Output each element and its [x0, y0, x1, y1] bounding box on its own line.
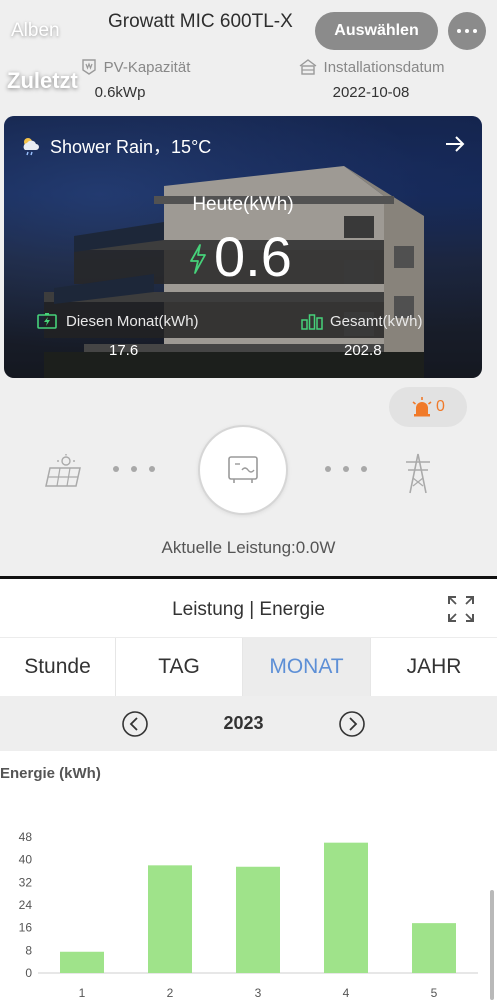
alarm-siren-icon: [412, 397, 432, 417]
energy-summary-card[interactable]: Shower Rain，15°C Heute(kWh) 0.6 Diesen M…: [4, 116, 482, 378]
year-label: 2023: [223, 713, 264, 733]
energy-flow: [0, 420, 497, 530]
total-label: Gesamt(kWh): [301, 312, 423, 330]
lightning-icon: [190, 244, 206, 274]
y-tick-label: 0: [25, 966, 32, 980]
chart-bar-3[interactable]: [236, 866, 280, 973]
chevron-right-icon[interactable]: [338, 710, 366, 738]
tab-jahr[interactable]: JAHR: [371, 638, 497, 696]
y-tick-label: 8: [25, 943, 32, 957]
y-tick-label: 32: [19, 875, 33, 889]
current-power: Aktuelle Leistung:0.0W: [161, 538, 336, 557]
inverter-icon: [228, 456, 258, 483]
panel-title[interactable]: Leistung | Energie: [0, 599, 497, 621]
chart-y-label: Energie (kWh): [0, 765, 101, 782]
power-grid-icon: [406, 453, 430, 494]
energy-chart: Energie (kWh) 0 8 16 24 32 40 48 1 2 3 4 5: [0, 751, 497, 1000]
flow-dots-left: [113, 466, 155, 472]
screenshot-divider: [0, 576, 497, 579]
x-tick-label: 3: [255, 986, 262, 1000]
arrow-right-icon[interactable]: [444, 134, 466, 154]
chart-bar-4[interactable]: [324, 842, 368, 973]
today-label: Heute(kWh): [192, 194, 294, 215]
select-button[interactable]: Auswählen: [315, 12, 438, 50]
weather-info: Shower Rain，15°C: [20, 133, 211, 159]
chart-panel-header: Leistung | Energie: [0, 580, 497, 638]
bar-chart: 0 8 16 24 32 40 48 1 2 3 4 5: [19, 830, 478, 1000]
x-tick-label: 2: [167, 986, 174, 1000]
y-tick-label: 16: [19, 921, 33, 935]
app-title: Growatt MIC 600TL-X: [108, 11, 293, 32]
ellipsis-icon: [457, 29, 461, 33]
more-button[interactable]: [448, 12, 486, 50]
month-label: Diesen Monat(kWh): [37, 312, 199, 330]
cloud-rain-icon: [23, 138, 39, 156]
year-selector: 2023: [0, 696, 497, 751]
x-tick-label: 5: [431, 986, 438, 1000]
y-tick-label: 24: [19, 898, 33, 912]
albums-back-link[interactable]: Alben: [11, 20, 60, 42]
tab-monat[interactable]: MONAT: [243, 638, 371, 696]
period-tabs: Stunde TAG MONAT JAHR: [0, 638, 497, 696]
scrollbar[interactable]: [490, 890, 494, 1000]
inverter-node[interactable]: [198, 425, 288, 515]
x-tick-label: 1: [79, 986, 86, 1000]
plant-overview: PV-Kapazität 0.6kWp Installationsdatum 2…: [0, 0, 497, 578]
expand-icon[interactable]: [447, 595, 475, 623]
weather-text: Shower Rain，15°C: [50, 137, 212, 157]
tab-stunde[interactable]: Stunde: [0, 638, 116, 696]
solar-panel-icon: [45, 454, 81, 487]
album-title: Zuletzt: [7, 68, 78, 93]
today-value: 0.6: [214, 225, 292, 288]
battery-icon: [37, 313, 57, 329]
y-tick-label: 48: [19, 830, 33, 844]
chart-bar-5[interactable]: [412, 923, 456, 973]
install-value: 2022-10-08: [332, 84, 410, 101]
x-tick-label: 4: [343, 986, 350, 1000]
chart-bar-2[interactable]: [148, 865, 192, 973]
bar-stats-icon: [301, 314, 323, 330]
month-value: 17.6: [109, 342, 139, 359]
chart-bar-1[interactable]: [60, 951, 104, 973]
total-value: 202.8: [344, 342, 382, 359]
tab-tag[interactable]: TAG: [116, 638, 243, 696]
alarm-count: 0: [436, 398, 445, 415]
y-tick-label: 40: [19, 853, 33, 867]
flow-dots-right: [325, 466, 367, 472]
photo-viewer-topbar: Alben Growatt MIC 600TL-X Auswählen: [0, 0, 497, 64]
